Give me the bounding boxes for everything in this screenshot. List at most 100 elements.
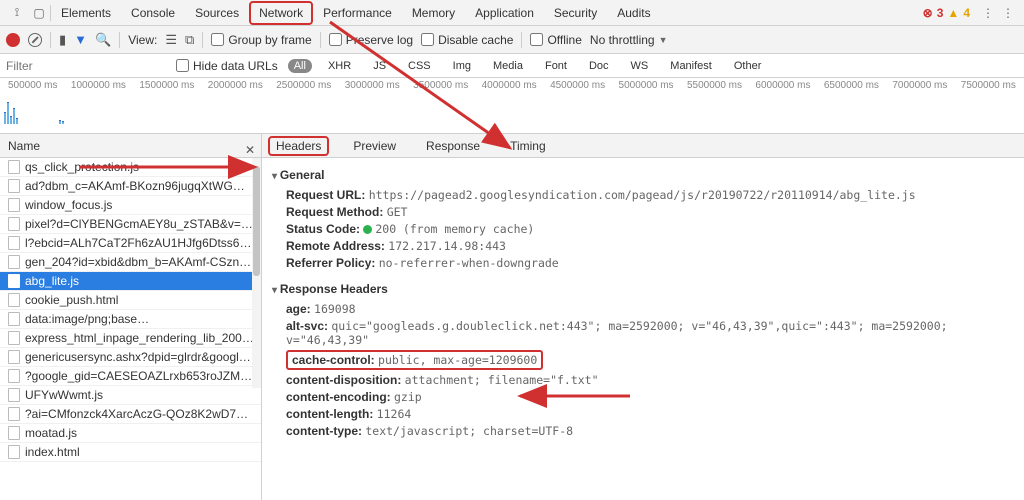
request-name: l?ebcid=ALh7CaT2Fh6zAU1HJfg6Dtss6…	[25, 236, 251, 250]
filter-manifest[interactable]: Manifest	[664, 59, 718, 73]
tab-security[interactable]: Security	[544, 1, 607, 25]
request-name: abg_lite.js	[25, 274, 79, 288]
hide-data-urls-checkbox[interactable]: Hide data URLs	[176, 59, 278, 73]
tick: 3000000 ms	[345, 80, 400, 91]
clear-button[interactable]	[28, 33, 42, 47]
filter-ws[interactable]: WS	[625, 59, 655, 73]
filter-font[interactable]: Font	[539, 59, 573, 73]
name-column-header[interactable]: Name ✕	[0, 134, 261, 158]
request-row[interactable]: express_html_inpage_rendering_lib_200…	[0, 329, 261, 348]
divider	[521, 32, 522, 48]
request-row[interactable]: l?ebcid=ALh7CaT2Fh6zAU1HJfg6Dtss6…	[0, 234, 261, 253]
tab-memory[interactable]: Memory	[402, 1, 465, 25]
request-list: qs_click_protection.js ad?dbm_c=AKAmf-BK…	[0, 158, 261, 462]
request-row[interactable]: window_focus.js	[0, 196, 261, 215]
filter-all[interactable]: All	[288, 59, 312, 73]
file-icon	[8, 445, 20, 459]
request-row[interactable]: UFYwWwmt.js	[0, 386, 261, 405]
filter-input[interactable]	[6, 59, 166, 73]
main-tab-bar: ⟟ ▢ Elements Console Sources Network Per…	[0, 0, 1024, 26]
file-icon	[8, 198, 20, 212]
tab-sources[interactable]: Sources	[185, 1, 249, 25]
tick: 4500000 ms	[550, 80, 605, 91]
request-row[interactable]: index.html	[0, 443, 261, 462]
request-row[interactable]: genericusersync.ashx?dpid=glrdr&googl…	[0, 348, 261, 367]
tab-performance[interactable]: Performance	[313, 1, 402, 25]
view-frame-icon[interactable]: ⧉	[185, 32, 194, 48]
error-icon: ⊗	[923, 6, 933, 20]
detail-tab-preview[interactable]: Preview	[347, 137, 402, 155]
disable-cache-label: Disable cache	[438, 33, 513, 47]
kv-remote-address: Remote Address: 172.217.14.98:443	[286, 239, 1014, 253]
tab-audits[interactable]: Audits	[607, 1, 660, 25]
tick: 4000000 ms	[482, 80, 537, 91]
filter-xhr[interactable]: XHR	[322, 59, 357, 73]
preserve-log-checkbox[interactable]: Preserve log	[329, 33, 413, 47]
section-general[interactable]: General	[272, 168, 1014, 182]
filter-icon[interactable]: ▼	[74, 32, 87, 47]
search-icon[interactable]: 🔍	[95, 32, 111, 48]
group-by-frame-label: Group by frame	[228, 33, 311, 47]
file-icon	[8, 274, 20, 288]
filter-img[interactable]: Img	[447, 59, 477, 73]
offline-checkbox[interactable]: Offline	[530, 33, 581, 47]
request-row[interactable]: cookie_push.html	[0, 291, 261, 310]
file-icon	[8, 407, 20, 421]
filter-other[interactable]: Other	[728, 59, 768, 73]
record-button[interactable]	[6, 33, 20, 47]
file-icon	[8, 293, 20, 307]
throttling-select[interactable]: No throttling ▼	[590, 33, 668, 47]
request-name: UFYwWwmt.js	[25, 388, 103, 402]
kv-content-disposition: content-disposition: attachment; filenam…	[286, 373, 1014, 387]
request-name: qs_click_protection.js	[25, 160, 139, 174]
tick: 6000000 ms	[755, 80, 810, 91]
file-icon	[8, 312, 20, 326]
tab-application[interactable]: Application	[465, 1, 544, 25]
filter-doc[interactable]: Doc	[583, 59, 615, 73]
filter-media[interactable]: Media	[487, 59, 529, 73]
request-row[interactable]: ?google_gid=CAESEOAZLrxb653roJZM…	[0, 367, 261, 386]
kebab-menu-icon[interactable]: ⋮	[978, 6, 998, 20]
request-row[interactable]: ?ai=CMfonzck4XarcAczG-QOz8K2wD7…	[0, 405, 261, 424]
camera-icon[interactable]: ▮	[59, 32, 66, 48]
filter-bar: Hide data URLs All XHR JS CSS Img Media …	[0, 54, 1024, 78]
section-response-headers[interactable]: Response Headers	[272, 282, 1014, 296]
tick: 2500000 ms	[276, 80, 331, 91]
inspect-icon[interactable]: ⟟	[6, 5, 28, 20]
kv-content-type: content-type: text/javascript; charset=U…	[286, 424, 1014, 438]
request-name: window_focus.js	[25, 198, 112, 212]
dock-icon[interactable]: ⋮	[998, 6, 1018, 20]
timeline-overview[interactable]: 500000 ms 1000000 ms 1500000 ms 2000000 …	[0, 78, 1024, 134]
view-list-icon[interactable]: ☰	[165, 32, 177, 48]
disable-cache-checkbox[interactable]: Disable cache	[421, 33, 513, 47]
tab-console[interactable]: Console	[121, 1, 185, 25]
tick: 6500000 ms	[824, 80, 879, 91]
request-row[interactable]: ad?dbm_c=AKAmf-BKozn96jugqXtWG…	[0, 177, 261, 196]
scrollbar-thumb[interactable]	[253, 166, 260, 276]
filter-js[interactable]: JS	[367, 59, 392, 73]
divider	[119, 32, 120, 48]
request-name: cookie_push.html	[25, 293, 118, 307]
tab-network[interactable]: Network	[249, 1, 313, 25]
request-row[interactable]: qs_click_protection.js	[0, 158, 261, 177]
divider	[320, 32, 321, 48]
detail-tab-timing[interactable]: Timing	[504, 137, 552, 155]
request-row[interactable]: abg_lite.js	[0, 272, 261, 291]
request-name: gen_204?id=xbid&dbm_b=AKAmf-CSzn…	[25, 255, 251, 269]
request-row[interactable]: data:image/png;base…	[0, 310, 261, 329]
file-icon	[8, 350, 20, 364]
request-row[interactable]: gen_204?id=xbid&dbm_b=AKAmf-CSzn…	[0, 253, 261, 272]
group-by-frame-checkbox[interactable]: Group by frame	[211, 33, 311, 47]
detail-tab-response[interactable]: Response	[420, 137, 486, 155]
file-icon	[8, 217, 20, 231]
tab-elements[interactable]: Elements	[51, 1, 121, 25]
view-label: View:	[128, 33, 157, 47]
error-badges[interactable]: ⊗3 ▲4	[923, 6, 978, 20]
detail-tab-headers[interactable]: Headers	[268, 136, 329, 156]
request-name: express_html_inpage_rendering_lib_200…	[25, 331, 254, 345]
device-toggle-icon[interactable]: ▢	[28, 6, 50, 20]
request-row[interactable]: moatad.js	[0, 424, 261, 443]
request-row[interactable]: pixel?d=ClYBENGcmAEY8u_zSTAB&v=…	[0, 215, 261, 234]
filter-css[interactable]: CSS	[402, 59, 437, 73]
scrollbar[interactable]	[252, 158, 261, 388]
